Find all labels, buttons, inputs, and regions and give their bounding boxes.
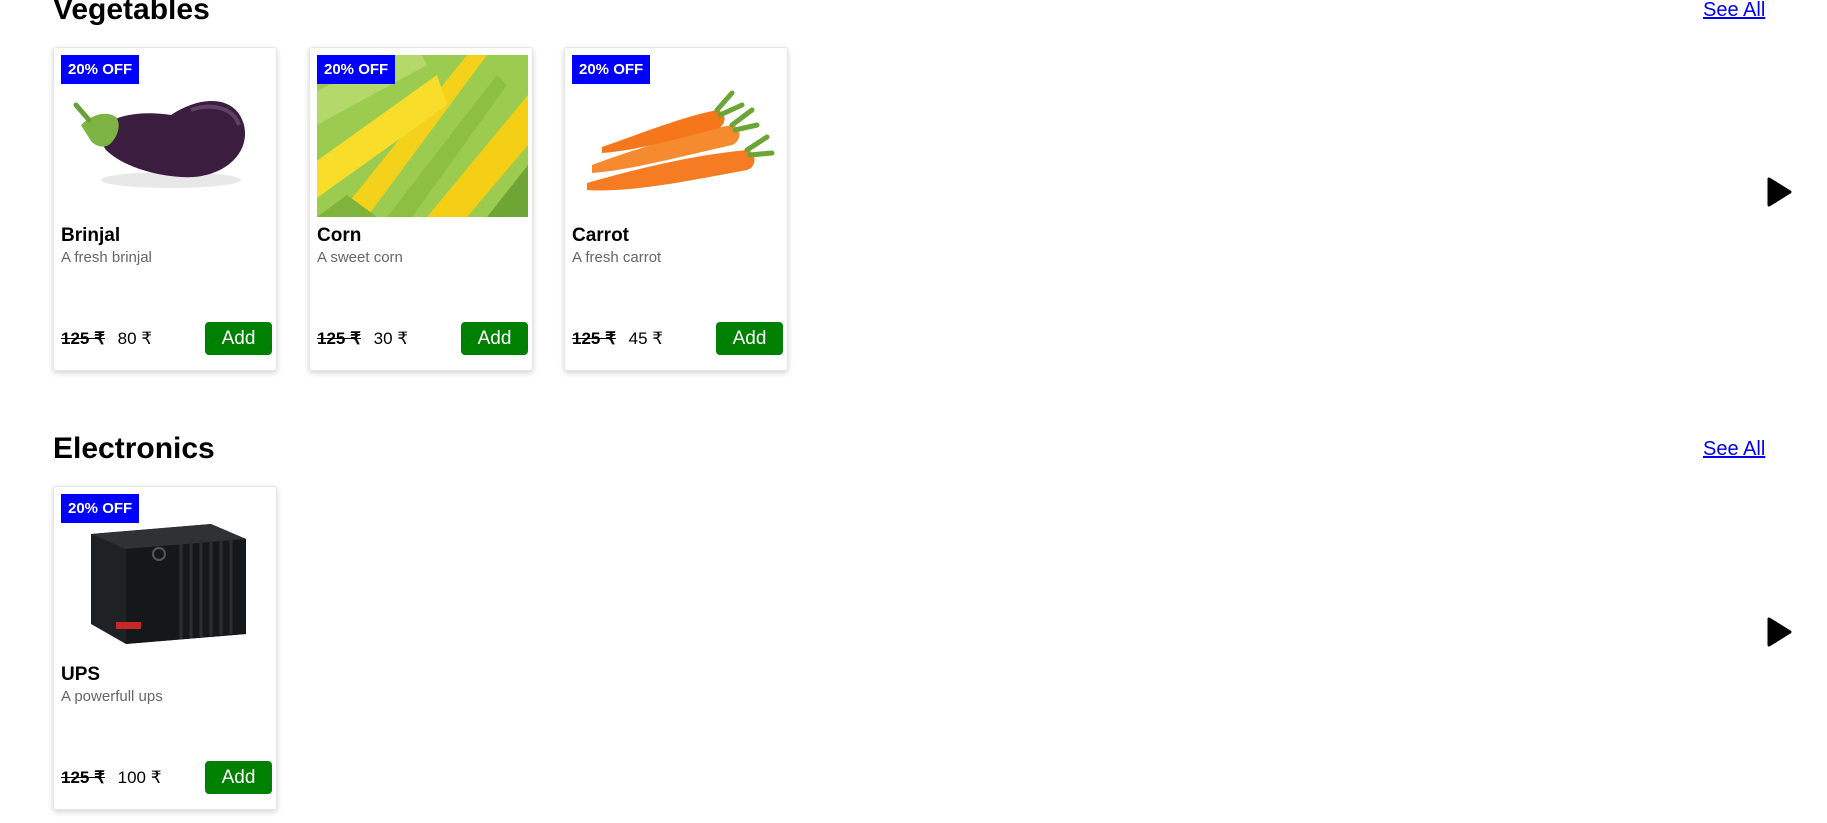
old-price: 125 ₹ — [61, 329, 105, 348]
old-price: 125 ₹ — [317, 329, 361, 348]
current-price: 45 ₹ — [628, 329, 664, 348]
product-card[interactable]: 20% OFF Brinjal A fresh brinjal 125 ₹ 80… — [53, 47, 277, 371]
section-header: Electronics See All — [53, 422, 1815, 472]
old-price: 125 ₹ — [61, 768, 105, 787]
product-card[interactable]: 20% OFF Corn A sweet corn 125 ₹ 30 ₹ Add — [309, 47, 533, 371]
product-description: A sweet corn — [317, 249, 403, 266]
play-arrow-icon[interactable] — [1766, 617, 1792, 647]
add-to-cart-button[interactable]: Add — [461, 322, 528, 355]
vegetables-section: Vegetables See All 20% OFF Brinjal A fre… — [53, 0, 1815, 371]
current-price: 80 ₹ — [117, 329, 153, 348]
old-price: 125 ₹ — [572, 329, 616, 348]
price-row: 125 ₹ 100 ₹ — [61, 767, 162, 789]
product-name: Brinjal — [61, 225, 121, 246]
discount-badge: 20% OFF — [61, 55, 140, 84]
add-to-cart-button[interactable]: Add — [205, 322, 272, 355]
section-title: Electronics — [53, 432, 215, 465]
add-to-cart-button[interactable]: Add — [205, 761, 272, 794]
product-description: A powerfull ups — [61, 688, 163, 705]
discount-badge: 20% OFF — [317, 55, 396, 84]
product-card[interactable]: 20% OFF Carrot A fresh carrot 125 ₹ 45 ₹… — [564, 47, 788, 371]
product-description: A fresh carrot — [572, 249, 662, 266]
play-arrow-icon[interactable] — [1766, 177, 1792, 207]
discount-badge: 20% OFF — [572, 55, 651, 84]
product-card[interactable]: 20% OFF UPS A powerfull ups 125 ₹ 100 ₹ … — [53, 486, 277, 810]
price-row: 125 ₹ 30 ₹ — [317, 328, 408, 350]
add-to-cart-button[interactable]: Add — [716, 322, 783, 355]
current-price: 30 ₹ — [373, 329, 409, 348]
price-row: 125 ₹ 45 ₹ — [572, 328, 663, 350]
electronics-section: Electronics See All 20% OFF UPS A powerf… — [53, 422, 1815, 810]
section-title: Vegetables — [53, 0, 210, 26]
see-all-link[interactable]: See All — [1703, 0, 1765, 22]
product-name: UPS — [61, 664, 101, 685]
product-description: A fresh brinjal — [61, 249, 152, 266]
current-price: 100 ₹ — [117, 768, 162, 787]
see-all-link[interactable]: See All — [1703, 438, 1765, 461]
product-name: Corn — [317, 225, 362, 246]
section-header: Vegetables See All — [53, 0, 1815, 33]
product-name: Carrot — [572, 225, 630, 246]
price-row: 125 ₹ 80 ₹ — [61, 328, 152, 350]
discount-badge: 20% OFF — [61, 494, 140, 523]
